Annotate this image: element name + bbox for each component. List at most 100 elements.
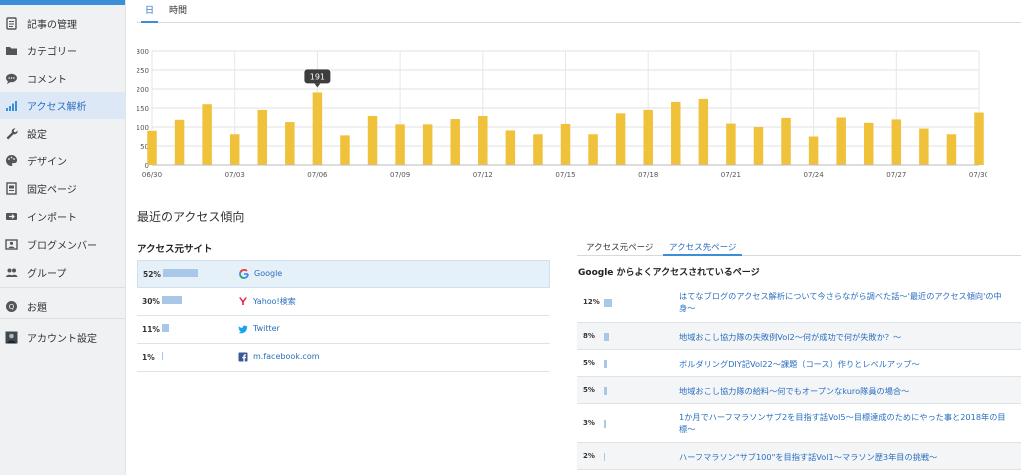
sidebar-item-palette[interactable]: デザイン: [0, 147, 125, 174]
source-share-bar: [162, 352, 163, 360]
source-row[interactable]: 1% m.facebook.com: [137, 344, 550, 372]
sidebar-item-odai[interactable]: Q お題: [0, 293, 125, 320]
x-tick-label: 07/24: [804, 171, 825, 179]
bar-07/29: [946, 134, 957, 165]
page-icon: [5, 182, 18, 195]
sidebar-item-label: グループ: [27, 269, 67, 280]
x-tick-label: 07/30: [969, 171, 987, 179]
sidebar-item-label: ブログメンバー: [27, 241, 97, 252]
tab-target-pages[interactable]: アクセス先ページ: [663, 241, 743, 256]
page-share-bar: [604, 299, 612, 307]
sidebar-item-import[interactable]: インポート: [0, 203, 125, 230]
period-tabs: 日 時間: [137, 0, 1021, 23]
x-tick-label: 07/15: [555, 171, 575, 179]
page-row[interactable]: 3% 1か月でハーフマラソンサブ2を目指す話Vol5〜目標達成のためにやった事と2…: [577, 404, 1021, 443]
page-row[interactable]: 8% 地域おこし協力隊の失敗例Vol2〜何が成功で何が失敗か？〜: [577, 323, 1021, 350]
bar-07/08: [367, 115, 378, 165]
tab-day[interactable]: 日: [141, 4, 159, 23]
sidebar-item-group[interactable]: グループ: [0, 259, 125, 286]
bar-07/28: [919, 128, 929, 165]
page-row[interactable]: 12% はてなブログのアクセス解析について今さらながら調べた話〜'最近のアクセス傾…: [577, 283, 1021, 323]
sidebar-item-comment[interactable]: コメント: [0, 65, 125, 92]
bar-07/06: [312, 92, 323, 165]
sidebar-item-bar-chart[interactable]: アクセス解析: [0, 92, 125, 119]
bar-07/24: [808, 136, 819, 165]
bar-07/21: [726, 123, 736, 165]
page-title-link[interactable]: ボルダリングDIY記Vol22〜課題（コース）作りとレベルアップ〜: [679, 358, 1009, 370]
sidebar-item-label: アカウント設定: [27, 334, 97, 345]
bar-07/14: [533, 134, 543, 165]
sidebar-item-label: 固定ページ: [27, 185, 77, 196]
page-title-link[interactable]: はてなブログのアクセス解析について今さらながら調べた話〜'最近のアクセス傾向'の…: [679, 290, 1009, 314]
page-percent: 3%: [583, 418, 595, 427]
bar-07/11: [450, 119, 460, 165]
x-tick-label: 06/30: [142, 171, 162, 179]
source-name-link[interactable]: Yahoo!検索: [253, 296, 296, 307]
bar-07/25: [836, 117, 846, 165]
source-name-link[interactable]: Twitter: [253, 324, 280, 333]
tooltip-value: 191: [310, 72, 325, 81]
page-title-link[interactable]: 地域おこし協力隊の給料〜何でもオープンなkuro隊員の場合〜: [679, 385, 1009, 397]
sidebar-item-folder[interactable]: カテゴリー: [0, 37, 125, 64]
bar-06/30: [147, 130, 157, 165]
tab-source-pages[interactable]: アクセス元ページ: [586, 241, 653, 256]
source-row[interactable]: 30% Yahoo!検索: [137, 288, 550, 316]
page-percent: 12%: [583, 298, 600, 306]
page-row[interactable]: 5% 地域おこし協力隊の給料〜何でもオープンなkuro隊員の場合〜: [577, 377, 1021, 404]
sources-heading: アクセス元サイト: [137, 244, 213, 255]
bar-07/22: [753, 127, 764, 165]
import-icon: [5, 210, 18, 223]
sidebar-item-label: 設定: [27, 130, 47, 141]
yahoo-icon: [239, 297, 247, 305]
bar-07/19: [671, 101, 681, 165]
page-row[interactable]: 2% ハーフマラソン"サブ100"を目指す話Vol1〜マラソン歴3年目の挑戦〜: [577, 443, 1021, 470]
bar-07/12: [478, 115, 488, 165]
page-row[interactable]: 5% ボルダリングDIY記Vol22〜課題（コース）作りとレベルアップ〜: [577, 350, 1021, 377]
page-share-bar: [604, 332, 609, 341]
pages-heading: Google からよくアクセスされているページ: [578, 268, 760, 278]
source-row[interactable]: 52% Google: [137, 260, 550, 288]
palette-icon: [5, 154, 18, 167]
sidebar-item-document[interactable]: 記事の管理: [0, 10, 125, 37]
sidebar-item-label: カテゴリー: [27, 47, 77, 58]
x-tick-label: 07/18: [638, 171, 658, 179]
y-tick-label: 250: [137, 67, 149, 75]
bar-07/04: [257, 109, 268, 165]
sidebar-item-label: 記事の管理: [27, 20, 77, 31]
page-title-link[interactable]: ハーフマラソン"サブ100"を目指す話Vol1〜マラソン歴3年目の挑戦〜: [679, 451, 1009, 463]
bar-07/30: [974, 112, 984, 165]
source-name-link[interactable]: m.facebook.com: [253, 352, 320, 361]
x-tick-label: 07/12: [473, 171, 493, 179]
odai-icon: Q: [5, 300, 18, 313]
bar-07/26: [863, 122, 874, 165]
source-name-link[interactable]: Google: [254, 269, 282, 278]
bar-07/13: [505, 130, 516, 165]
page-percent: 8%: [583, 331, 595, 340]
tab-hour[interactable]: 時間: [169, 4, 187, 23]
sidebar-item-wrench[interactable]: 設定: [0, 120, 125, 147]
bar-07/09: [395, 124, 405, 165]
sidebar-divider: [0, 287, 125, 288]
sidebar-item-page[interactable]: 固定ページ: [0, 175, 125, 202]
svg-text:Q: Q: [9, 303, 15, 311]
tooltip-arrow: [314, 83, 321, 88]
source-row[interactable]: 11% Twitter: [137, 316, 550, 344]
x-tick-label: 07/03: [225, 171, 245, 179]
members-icon: [5, 238, 18, 251]
page-title-link[interactable]: 地域おこし協力隊の失敗例Vol2〜何が成功で何が失敗か？〜: [679, 331, 1009, 343]
sidebar-item-members[interactable]: ブログメンバー: [0, 231, 125, 258]
page-share-bar: [604, 359, 607, 368]
page-share-bar: [604, 419, 606, 428]
x-tick-label: 07/06: [307, 171, 328, 179]
comment-icon: [5, 72, 18, 85]
page-percent: 2%: [583, 451, 595, 460]
source-percent: 30%: [142, 297, 160, 306]
bar-07/17: [615, 113, 626, 165]
sidebar-top-bar: [0, 0, 125, 5]
sidebar-item-avatar[interactable]: アカウント設定: [0, 324, 125, 351]
page-title-link[interactable]: 1か月でハーフマラソンサブ2を目指す話Vol5〜目標達成のためにやった事と201…: [679, 411, 1009, 435]
recent-access-title: 最近のアクセス傾向: [137, 210, 245, 224]
source-share-bar: [162, 324, 169, 332]
google-icon: [239, 269, 249, 279]
document-icon: [5, 17, 18, 30]
